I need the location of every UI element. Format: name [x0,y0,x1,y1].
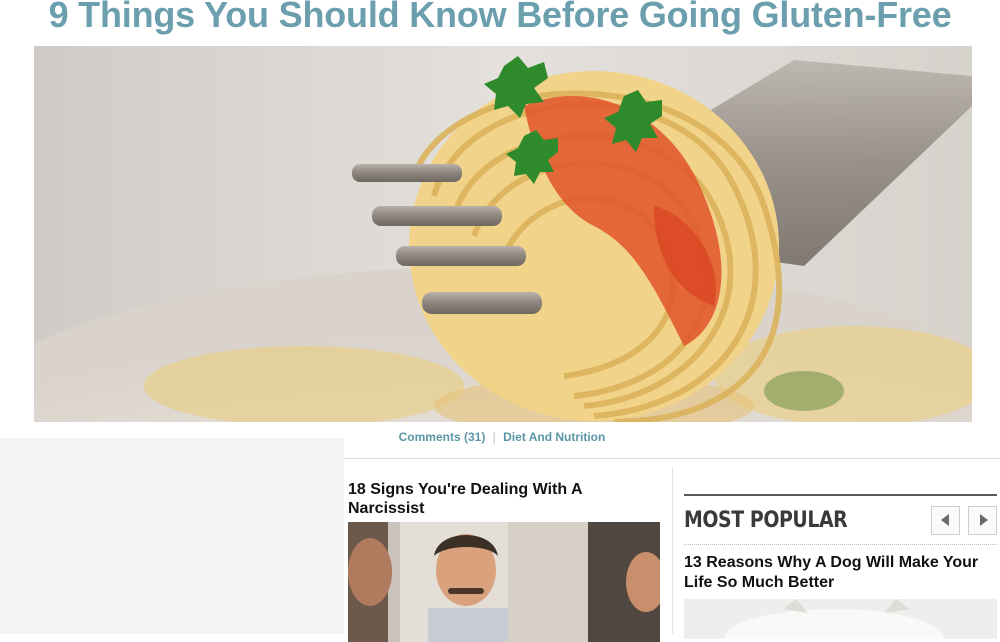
most-popular-item-headline[interactable]: 13 Reasons Why A Dog Will Make Your Life… [684,553,997,593]
column-divider [672,468,673,634]
hero-image [34,46,972,422]
article-title: 9 Things You Should Know Before Going Gl… [48,0,952,35]
most-popular-item-image[interactable] [684,599,997,639]
comments-link[interactable]: Comments (31) [399,430,486,444]
man-smiling-illustration [348,522,660,642]
section-divider [344,458,1000,459]
previous-button[interactable] [931,505,960,535]
chevron-left-icon [940,514,949,526]
most-popular-widget: MOST POPULAR 13 Reasons Why A Dog Will M… [684,494,997,639]
next-button[interactable] [968,505,997,535]
related-article-image[interactable] [348,522,660,642]
meta-separator: | [492,430,496,444]
most-popular-heading: MOST POPULAR [684,507,848,533]
white-dog-illustration [684,599,997,639]
left-placeholder-panel [0,438,344,634]
spaghetti-illustration [34,46,972,422]
article-meta: Comments (31) | Diet And Nutrition [344,430,660,444]
most-popular-dotted-rule [684,544,997,545]
related-article[interactable]: 18 Signs You're Dealing With A Narcissis… [348,480,660,642]
related-article-headline[interactable]: 18 Signs You're Dealing With A Narcissis… [348,480,660,518]
category-link[interactable]: Diet And Nutrition [503,430,605,444]
chevron-right-icon [979,514,988,526]
